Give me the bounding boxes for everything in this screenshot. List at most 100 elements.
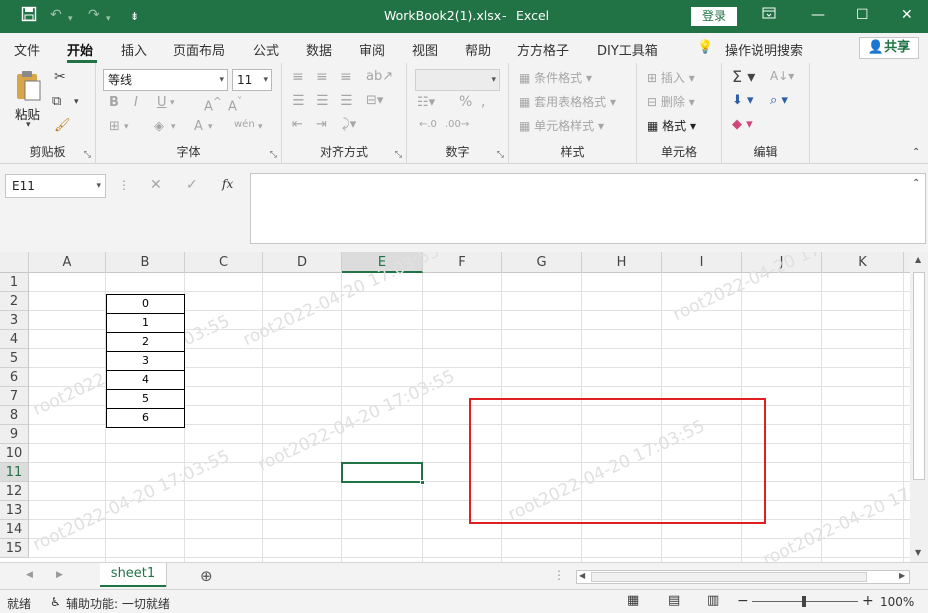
font-color-dropdown-icon[interactable]: ▾ <box>208 122 213 132</box>
cell-b6[interactable]: 4 <box>106 370 185 390</box>
fill-color-icon[interactable]: ◈ <box>154 119 164 134</box>
row-header-8[interactable]: 8 <box>0 406 29 425</box>
orientation-icon[interactable]: ab↗ <box>366 69 393 84</box>
redo-dropdown-icon[interactable]: ▾ <box>106 10 111 28</box>
share-button[interactable]: 👤共享 <box>859 37 919 59</box>
maximize-icon[interactable]: ☐ <box>856 6 869 24</box>
tab-home[interactable]: 开始 <box>67 40 93 59</box>
redo-icon[interactable]: ↷ <box>88 6 100 24</box>
number-format-box[interactable]: ▾ <box>415 69 500 91</box>
alignment-launcher-icon[interactable]: ⤡ <box>395 150 402 160</box>
copy-icon[interactable]: ⧉ <box>52 94 61 109</box>
row-header-5[interactable]: 5 <box>0 349 29 368</box>
align-middle-icon[interactable]: ≡ <box>316 69 328 85</box>
scroll-down-icon[interactable]: ▼ <box>915 548 921 557</box>
column-header-d[interactable]: D <box>263 252 342 273</box>
tab-page-layout[interactable]: 页面布局 <box>173 40 225 59</box>
phonetic-icon[interactable]: wén <box>234 119 255 130</box>
tab-formulas[interactable]: 公式 <box>253 40 279 59</box>
paste-dropdown-icon[interactable]: ▾ <box>26 120 31 130</box>
name-box-dropdown-icon[interactable]: ▾ <box>96 175 101 197</box>
row-header-12[interactable]: 12 <box>0 482 29 501</box>
fill-icon[interactable]: ⬇ ▾ <box>732 93 754 108</box>
horizontal-scroll-thumb[interactable] <box>591 572 867 582</box>
font-color-icon[interactable]: A <box>194 119 203 134</box>
copy-dropdown-icon[interactable]: ▾ <box>74 97 79 107</box>
align-bottom-icon[interactable]: ≡ <box>340 69 352 85</box>
decrease-decimal-icon[interactable]: .00→ <box>445 119 469 130</box>
percent-button[interactable]: % <box>459 94 472 110</box>
row-header-4[interactable]: 4 <box>0 330 29 349</box>
row-header-10[interactable]: 10 <box>0 444 29 463</box>
cell-b3[interactable]: 1 <box>106 313 185 333</box>
tab-data[interactable]: 数据 <box>306 40 332 59</box>
format-painter-icon[interactable]: 🖌 <box>54 118 71 133</box>
font-name-box[interactable]: 等线 ▾ <box>103 69 228 91</box>
tab-review[interactable]: 审阅 <box>359 40 385 59</box>
italic-button[interactable]: I <box>134 95 138 110</box>
add-sheet-icon[interactable]: ⊕ <box>200 567 213 585</box>
align-center-icon[interactable]: ☰ <box>316 93 329 109</box>
autosum-icon[interactable]: Σ ▾ <box>732 67 755 86</box>
scroll-right-icon[interactable]: ▶ <box>899 571 905 580</box>
cell-b7[interactable]: 5 <box>106 389 185 409</box>
increase-decimal-icon[interactable]: ←.0 <box>419 119 437 130</box>
row-header-6[interactable]: 6 <box>0 368 29 387</box>
format-as-table-button[interactable]: ▦ 套用表格格式 ▾ <box>519 93 616 110</box>
row-header-9[interactable]: 9 <box>0 425 29 444</box>
sort-filter-icon[interactable]: A↓▾ <box>770 69 794 83</box>
row-header-14[interactable]: 14 <box>0 520 29 539</box>
column-header-e[interactable]: E <box>342 252 423 273</box>
column-header-k[interactable]: K <box>822 252 904 273</box>
column-header-j[interactable]: J <box>742 252 822 273</box>
row-header-3[interactable]: 3 <box>0 311 29 330</box>
prev-sheet-icon[interactable]: ◀ <box>26 570 33 580</box>
font-size-box[interactable]: 11 ▾ <box>232 69 272 91</box>
zoom-slider-knob[interactable] <box>802 596 806 607</box>
underline-button[interactable]: U <box>157 95 167 110</box>
cell-styles-button[interactable]: ▦ 单元格样式 ▾ <box>519 117 604 134</box>
cell-b4[interactable]: 2 <box>106 332 185 352</box>
tab-diy-toolbox[interactable]: DIY工具箱 <box>597 40 658 59</box>
page-break-view-icon[interactable]: ▥ <box>707 593 719 608</box>
column-header-b[interactable]: B <box>106 252 185 273</box>
zoom-out-button[interactable]: − <box>737 593 749 609</box>
wrap-text-icon[interactable]: ⊟▾ <box>366 93 383 108</box>
page-layout-view-icon[interactable]: ▤ <box>668 593 680 608</box>
clipboard-launcher-icon[interactable]: ⤡ <box>84 150 91 160</box>
zoom-level[interactable]: 100% <box>880 595 914 609</box>
fill-handle[interactable] <box>420 480 425 485</box>
column-header-g[interactable]: G <box>502 252 582 273</box>
paste-icon[interactable] <box>14 69 42 106</box>
enter-icon[interactable]: ✓ <box>186 177 198 193</box>
column-header-a[interactable]: A <box>29 252 106 273</box>
customize-toolbar-icon[interactable]: ⇟ <box>130 8 139 26</box>
save-icon[interactable] <box>21 6 37 27</box>
tab-help[interactable]: 帮助 <box>465 40 491 59</box>
row-header-13[interactable]: 13 <box>0 501 29 520</box>
cell-b8[interactable]: 6 <box>106 408 185 428</box>
expand-formula-icon[interactable]: ⌃ <box>912 178 920 189</box>
column-header-i[interactable]: I <box>662 252 742 273</box>
increase-indent-icon[interactable]: ⇥ <box>316 117 327 132</box>
underline-dropdown-icon[interactable]: ▾ <box>170 98 175 108</box>
login-button[interactable]: 登录 <box>691 7 737 26</box>
number-launcher-icon[interactable]: ⤡ <box>497 150 504 160</box>
conditional-format-button[interactable]: ▦ 条件格式 ▾ <box>519 69 592 86</box>
insert-cells-button[interactable]: ⊞ 插入 ▾ <box>647 69 695 86</box>
tab-file[interactable]: 文件 <box>14 40 40 59</box>
clear-icon[interactable]: ◆ ▾ <box>732 117 753 132</box>
ribbon-display-icon[interactable] <box>762 6 776 25</box>
cancel-icon[interactable]: ✕ <box>150 177 162 193</box>
fill-dropdown-icon[interactable]: ▾ <box>171 122 176 132</box>
border-dropdown-icon[interactable]: ▾ <box>124 122 129 132</box>
cell-b2[interactable]: 0 <box>106 294 185 314</box>
number-format-dropdown-icon[interactable]: ▾ <box>491 70 496 90</box>
row-header-11[interactable]: 11 <box>0 463 29 482</box>
decrease-indent-icon[interactable]: ⇤ <box>292 117 303 132</box>
cut-icon[interactable]: ✂ <box>54 69 66 85</box>
accounting-icon[interactable]: ☷▾ <box>417 95 435 110</box>
next-sheet-icon[interactable]: ▶ <box>56 570 63 580</box>
row-header-1[interactable]: 1 <box>0 273 29 292</box>
close-icon[interactable]: ✕ <box>901 6 913 24</box>
